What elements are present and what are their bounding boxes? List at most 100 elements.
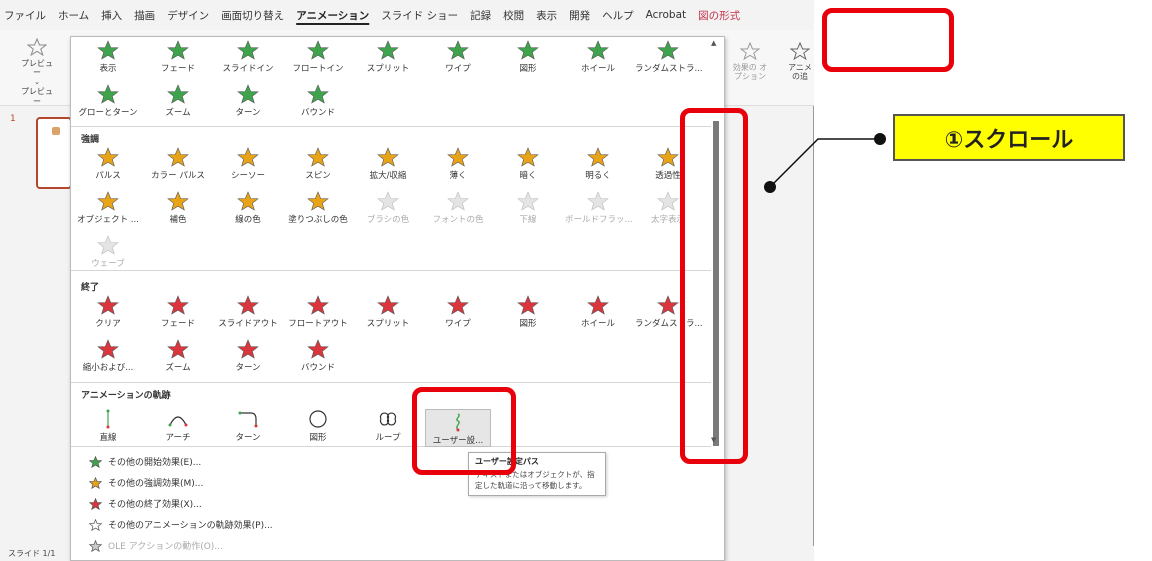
slide-thumbnail[interactable]: [36, 117, 72, 189]
animation-effect[interactable]: ホイール: [565, 295, 631, 329]
animation-effect[interactable]: 薄く: [425, 147, 491, 181]
ribbon-tab[interactable]: 開発: [569, 8, 590, 23]
preview-button[interactable]: プレビュー ⌄: [20, 37, 54, 86]
motion-path-effect[interactable]: ターン: [215, 409, 281, 443]
animation-effect[interactable]: ウェーブ: [75, 235, 141, 269]
motion-path-icon: [379, 412, 397, 426]
more-effects-item[interactable]: その他の終了効果(X)...: [89, 497, 202, 510]
animation-effect[interactable]: 暗く: [495, 147, 561, 181]
animation-effect[interactable]: バウンド: [285, 84, 351, 118]
ribbon-tab[interactable]: 記録: [470, 8, 491, 23]
ribbon-tab[interactable]: 画面切り替え: [221, 8, 284, 23]
star-effect-icon: [97, 235, 119, 255]
animation-effect[interactable]: 縮小および...: [75, 339, 141, 373]
motion-path-icon: [309, 410, 327, 428]
more-effects-label: その他のアニメーションの軌跡効果(P)...: [108, 521, 273, 531]
animation-effect[interactable]: グローとターン: [75, 84, 141, 118]
ribbon-tab[interactable]: デザイン: [167, 8, 209, 23]
scroll-up-icon[interactable]: ▲: [711, 39, 716, 47]
ribbon-tab[interactable]: スライド ショー: [381, 8, 458, 23]
animation-effect[interactable]: バウンド: [285, 339, 351, 373]
animation-effect[interactable]: スピン: [285, 147, 351, 181]
star-effect-icon: [237, 295, 259, 315]
animation-effect[interactable]: 図形: [495, 295, 561, 329]
ribbon-tab[interactable]: ファイル: [4, 8, 46, 23]
animation-effect[interactable]: スプリット: [355, 40, 421, 74]
animation-effect[interactable]: スプリット: [355, 295, 421, 329]
animation-effect[interactable]: カラー パルス: [145, 147, 211, 181]
animation-effect[interactable]: ブラシの色: [355, 191, 421, 225]
animation-effect[interactable]: 塗りつぶしの色: [285, 191, 351, 225]
ribbon-tab[interactable]: 挿入: [101, 8, 122, 23]
animation-effect[interactable]: ボールドフラッ...: [565, 191, 633, 225]
ribbon-tab[interactable]: 図の形式: [698, 8, 740, 23]
more-effects-item[interactable]: OLE アクションの動作(O)...: [89, 539, 223, 552]
effect-label: ターン: [235, 108, 261, 118]
star-effect-icon: [377, 147, 399, 167]
animation-effect[interactable]: ズーム: [145, 339, 211, 373]
animation-effect[interactable]: ランダムストラ...: [635, 40, 703, 74]
animation-effect[interactable]: 明るく: [565, 147, 631, 181]
effect-options-button[interactable]: 効果の オプション: [730, 41, 770, 82]
star-effect-icon: [517, 295, 539, 315]
effect-options-label: 効果の オプション: [732, 62, 768, 82]
animation-effect[interactable]: シーソー: [215, 147, 281, 181]
effect-label: ホイール: [580, 319, 615, 329]
more-effects-item[interactable]: その他の開始効果(E)...: [89, 455, 201, 468]
star-add-icon: [789, 42, 811, 61]
star-effect-icon: [657, 147, 679, 167]
animation-effect[interactable]: 表示: [75, 40, 141, 74]
ribbon-tab[interactable]: ヘルプ: [602, 8, 634, 23]
animation-effect[interactable]: ホイール: [565, 40, 631, 74]
more-effects-label: その他の強調効果(M)...: [108, 479, 204, 489]
ribbon-tab[interactable]: アニメーション: [296, 8, 369, 23]
star-effect-icon: [167, 191, 189, 211]
animation-effect[interactable]: 拡大/収縮: [355, 147, 421, 181]
effect-label: ループ: [375, 433, 401, 443]
motion-path-effect[interactable]: アーチ: [145, 409, 211, 443]
effect-label: ズーム: [165, 363, 191, 373]
annotation-box-custom-path: [412, 387, 516, 475]
motion-path-effect[interactable]: 直線: [75, 409, 141, 443]
animation-effect[interactable]: フロートイン: [285, 40, 351, 74]
animation-effect[interactable]: パルス: [75, 147, 141, 181]
animation-effect[interactable]: 補色: [145, 191, 211, 225]
more-effects-item[interactable]: その他の強調効果(M)...: [89, 476, 203, 489]
add-animation-button[interactable]: アニメ の追: [786, 42, 814, 82]
effect-label: 図形: [519, 64, 537, 74]
star-effect-icon: [517, 147, 539, 167]
animation-effect[interactable]: ワイプ: [425, 40, 491, 74]
ribbon-tab[interactable]: Acrobat: [646, 9, 687, 21]
animation-effect[interactable]: ズーム: [145, 84, 211, 118]
more-effects-item[interactable]: その他のアニメーションの軌跡効果(P)...: [89, 518, 273, 531]
animation-effect[interactable]: 下線: [495, 191, 561, 225]
animation-effect[interactable]: 図形: [495, 40, 561, 74]
animation-effect[interactable]: フォントの色: [425, 191, 491, 225]
star-effect-icon: [517, 191, 539, 211]
animation-effect[interactable]: ターン: [215, 84, 281, 118]
effect-label: スプリット: [366, 319, 410, 329]
animation-effect[interactable]: オブジェクト ...: [75, 191, 141, 225]
motion-path-effect[interactable]: 図形: [285, 409, 351, 443]
animation-effect[interactable]: フェード: [145, 40, 211, 74]
animation-effect[interactable]: ターン: [215, 339, 281, 373]
effect-label: 明るく: [585, 171, 611, 181]
effect-label: フロートイン: [292, 64, 344, 74]
animation-effect[interactable]: フェード: [145, 295, 211, 329]
animation-effect[interactable]: スライドイン: [215, 40, 281, 74]
ribbon-tab[interactable]: ホーム: [58, 8, 89, 23]
ribbon-tab[interactable]: 描画: [134, 8, 155, 23]
star-effect-icon: [307, 40, 329, 60]
animation-effect[interactable]: 線の色: [215, 191, 281, 225]
annotation-box-ribbon: [822, 8, 954, 72]
animation-effect[interactable]: フロートアウト: [285, 295, 351, 329]
ribbon-tab[interactable]: 表示: [536, 8, 557, 23]
annotation-box-scrollbar: [680, 108, 748, 464]
ribbon-tab[interactable]: 校閲: [503, 8, 524, 23]
star-effect-icon: [97, 147, 119, 167]
animation-effect[interactable]: スライドアウト: [215, 295, 281, 329]
motion-path-icon: [106, 409, 110, 429]
animation-effect[interactable]: ワイプ: [425, 295, 491, 329]
star-effect-icon: [97, 84, 119, 104]
animation-effect[interactable]: クリア: [75, 295, 141, 329]
